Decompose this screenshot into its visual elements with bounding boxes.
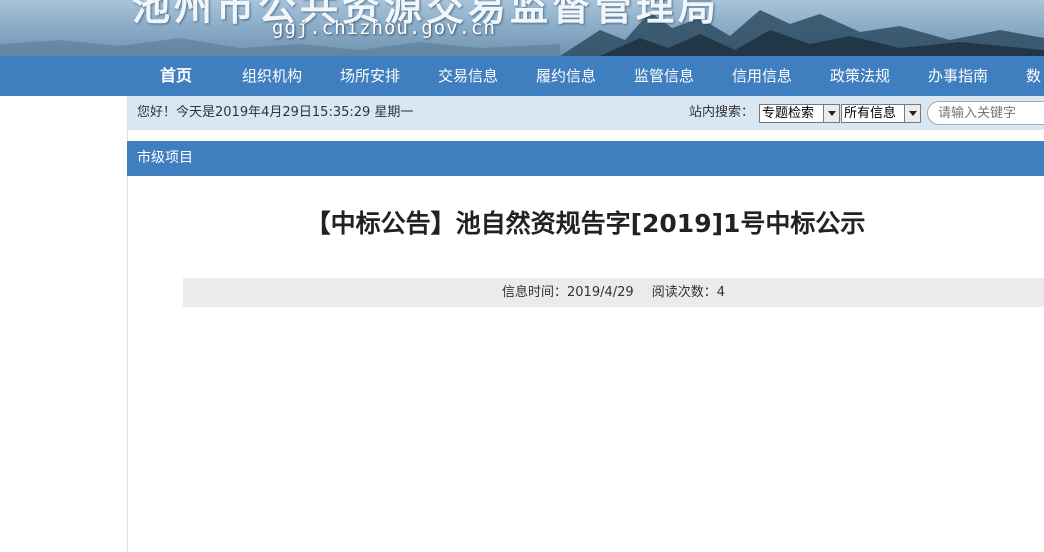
nav-item-policies[interactable]: 政策法规 [830, 56, 890, 96]
site-banner: 池州市公共资源交易监督管理局 ggj.chizhou.gov.cn [0, 0, 1044, 56]
view-count-label: 阅读次数： [651, 285, 717, 300]
nav-item-service-guide[interactable]: 办事指南 [928, 56, 988, 96]
site-search-label: 站内搜索： [689, 105, 755, 120]
dropdown-arrow-icon[interactable] [904, 105, 920, 122]
site-domain: ggj.chizhou.gov.cn [272, 17, 496, 39]
nav-item-venue-schedule[interactable]: 场所安排 [340, 56, 400, 96]
info-time-value: 2019/4/29 [567, 285, 634, 300]
nav-item-credit-info[interactable]: 信用信息 [732, 56, 792, 96]
scope-select-value: 所有信息 [844, 106, 897, 121]
info-time-label: 信息时间： [502, 285, 568, 300]
topic-search-select[interactable]: 专题检索 [759, 104, 840, 123]
nav-item-performance-info[interactable]: 履约信息 [536, 56, 596, 96]
content-border [127, 130, 128, 552]
section-header: 市级项目 [127, 141, 1044, 176]
article-meta-bar: 信息时间：2019/4/29 阅读次数：4 [183, 278, 1044, 307]
nav-item-trading-info[interactable]: 交易信息 [438, 56, 498, 96]
search-input[interactable] [927, 101, 1044, 125]
view-count-value: 4 [716, 285, 725, 300]
article-meta: 信息时间：2019/4/29 阅读次数：4 [183, 278, 1044, 307]
nav-item-organization[interactable]: 组织机构 [242, 56, 302, 96]
nav-item-supervision-info[interactable]: 监管信息 [634, 56, 694, 96]
info-bar: 您好！今天是2019年4月29日15:35:29 星期一 站内搜索： 专题检索 … [127, 96, 1044, 130]
dropdown-arrow-icon[interactable] [823, 105, 839, 122]
section-title: 市级项目 [137, 150, 193, 166]
nav-item-data[interactable]: 数 [1026, 56, 1041, 96]
topic-select-value: 专题检索 [762, 106, 815, 121]
nav-item-home[interactable]: 首页 [160, 56, 192, 96]
main-nav: 首页 组织机构 场所安排 交易信息 履约信息 监管信息 信用信息 政策法规 办事… [0, 56, 1044, 96]
article-title: 【中标公告】池自然资规告字[2019]1号中标公示 [305, 209, 866, 238]
greeting-datetime: 您好！今天是2019年4月29日15:35:29 星期一 [137, 105, 414, 120]
scope-select[interactable]: 所有信息 [841, 104, 921, 123]
